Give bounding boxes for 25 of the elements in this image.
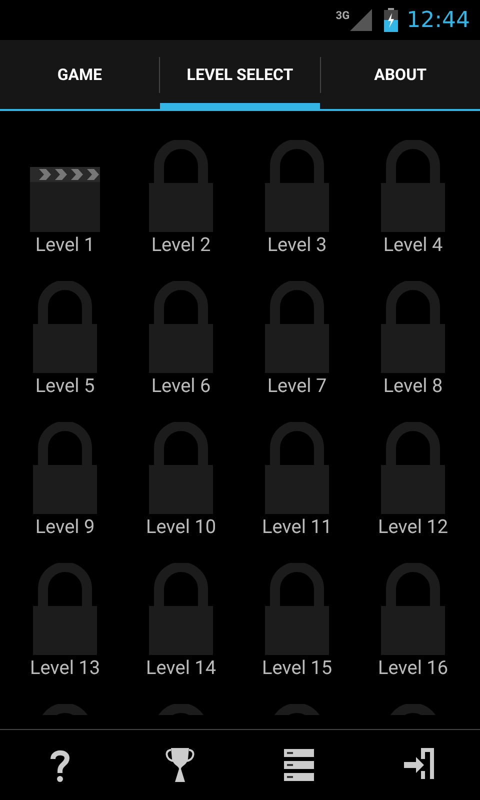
signal-icon bbox=[350, 9, 372, 31]
battery-charging-icon bbox=[384, 8, 398, 32]
level-label[interactable]: Level 6 bbox=[151, 373, 211, 399]
trophy-icon[interactable] bbox=[164, 747, 196, 783]
level-label[interactable]: Level 9 bbox=[35, 514, 95, 540]
clock-time: 12:44 bbox=[406, 8, 470, 32]
tab[interactable]: GAME bbox=[0, 40, 160, 109]
level-label[interactable]: Level 13 bbox=[30, 655, 100, 681]
level-label[interactable]: Level 8 bbox=[383, 373, 443, 399]
level-label[interactable]: Level 5 bbox=[35, 373, 95, 399]
level-label[interactable]: Level 3 bbox=[267, 232, 327, 258]
list-icon[interactable] bbox=[284, 747, 316, 783]
level-label[interactable]: Level 7 bbox=[267, 373, 327, 399]
level-label[interactable]: Level 11 bbox=[262, 514, 332, 540]
level-label[interactable]: Level 2 bbox=[151, 232, 211, 258]
level-label[interactable]: Level 10 bbox=[146, 514, 216, 540]
level-label[interactable]: Level 4 bbox=[383, 232, 443, 258]
tab[interactable]: ABOUT bbox=[320, 40, 480, 109]
level-label[interactable]: Level 1 bbox=[35, 232, 95, 258]
level-label[interactable]: Level 16 bbox=[378, 655, 448, 681]
level-label[interactable]: Level 12 bbox=[378, 514, 448, 540]
network-type-label: 3G bbox=[336, 9, 350, 22]
level-label[interactable]: Level 15 bbox=[262, 655, 332, 681]
tab[interactable]: LEVEL SELECT bbox=[160, 40, 320, 109]
level-label[interactable]: Level 14 bbox=[146, 655, 216, 681]
